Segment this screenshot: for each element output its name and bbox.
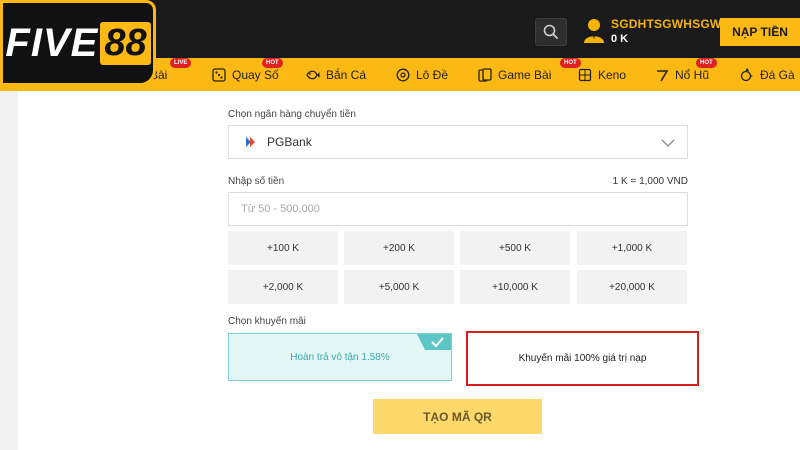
nav-item-keno[interactable]: Keno [578, 58, 626, 91]
quick-amount-button[interactable]: +5,000 K [344, 270, 454, 304]
amount-input[interactable] [228, 192, 688, 226]
hot-badge: HOT [696, 58, 717, 68]
rooster-icon [740, 67, 754, 82]
bank-selected-value: PGBank [267, 135, 312, 149]
balance: 0 K [611, 33, 629, 45]
nav-label: Quay Số [232, 67, 279, 82]
keno-icon [578, 68, 592, 82]
live-badge: LIVE [170, 58, 192, 68]
nav-item-game-bai[interactable]: Game Bài [478, 58, 551, 91]
exchange-rate: 1 K = 1,000 VND [612, 176, 688, 187]
dice-icon [212, 67, 226, 82]
user-account[interactable]: SGDHTSGWHSGWG 0 K [583, 16, 731, 46]
bank-label: Chọn ngân hàng chuyển tiền [228, 109, 356, 120]
lotto-icon [396, 68, 410, 82]
nav-label: Lô Đề [416, 67, 449, 82]
fish-icon [306, 68, 320, 82]
promo-option-label: Hoàn trả vô tận 1.58% [290, 351, 390, 363]
search-button[interactable] [535, 18, 567, 46]
nav-item-lo-de[interactable]: Lô Đề [396, 58, 448, 91]
nav-label: Game Bài [498, 67, 552, 82]
quick-amount-button[interactable]: +100 K [228, 231, 338, 265]
nav-item-da-ga[interactable]: Đá Gà [740, 58, 795, 91]
hot-badge: HOT [262, 58, 283, 68]
brand-logo[interactable]: FIVE 88 [0, 0, 156, 86]
nav-label: Nổ Hũ [675, 67, 710, 82]
create-qr-button[interactable]: TẠO MÃ QR [373, 399, 542, 434]
check-icon [417, 334, 451, 350]
nav-label: Đá Gà [760, 67, 795, 82]
quick-amount-button[interactable]: +500 K [460, 231, 570, 265]
quick-amount-button[interactable]: +200 K [344, 231, 454, 265]
promo-option-cashback[interactable]: Hoàn trả vô tận 1.58% [228, 333, 452, 381]
quick-amount-button[interactable]: +2,000 K [228, 270, 338, 304]
nav-label: Keno [598, 67, 627, 82]
pgbank-logo-icon [246, 137, 255, 147]
promo-option-label: Khuyến mãi 100% giá trị nạp [518, 353, 647, 364]
card-game-icon [478, 67, 492, 82]
promo-label: Chọn khuyến mãi [228, 316, 306, 327]
bank-select[interactable]: PGBank [228, 125, 688, 159]
quick-amount-button[interactable]: +10,000 K [460, 270, 570, 304]
nav-item-ban-ca[interactable]: Bắn Cá [306, 58, 366, 91]
username: SGDHTSGWHSGWG [611, 17, 731, 31]
slot-icon [655, 68, 669, 82]
logo-text-88: 88 [100, 21, 151, 65]
nav-label: Bắn Cá [326, 67, 367, 82]
amount-label: Nhập số tiền [228, 176, 285, 187]
user-avatar-icon [584, 19, 604, 43]
deposit-button[interactable]: NẠP TIỀN [720, 18, 800, 46]
quick-amount-button[interactable]: +20,000 K [577, 270, 687, 304]
promo-option-100-percent[interactable]: Khuyến mãi 100% giá trị nạp [466, 331, 699, 386]
search-icon [543, 24, 559, 40]
quick-amount-button[interactable]: +1,000 K [577, 231, 687, 265]
chevron-down-icon [661, 139, 675, 147]
logo-text-five: FIVE [5, 20, 99, 65]
